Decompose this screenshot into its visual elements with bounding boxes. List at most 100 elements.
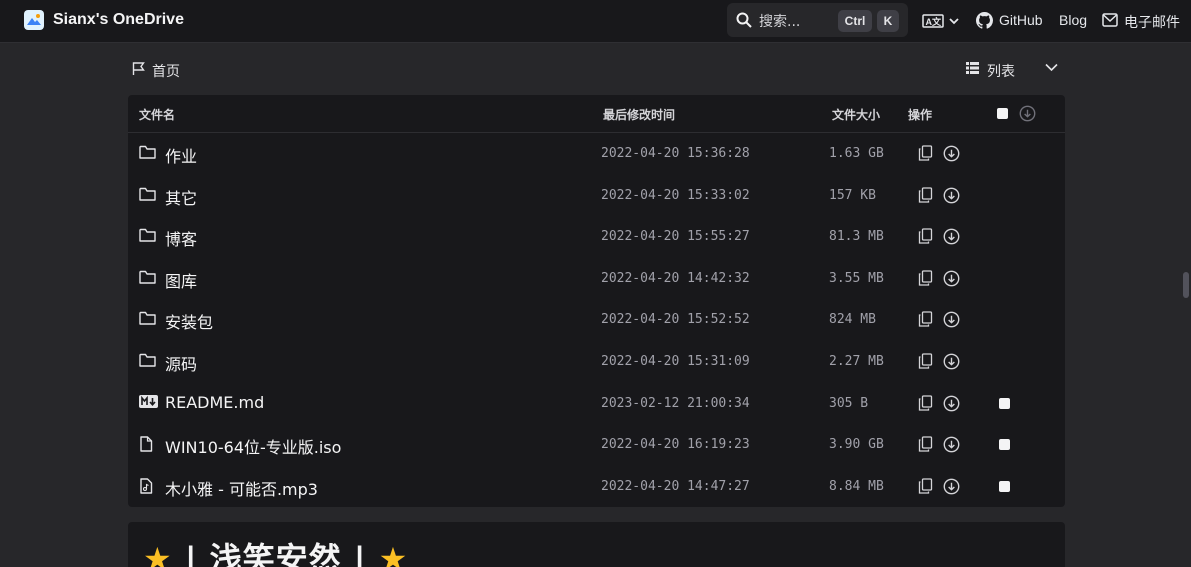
scrollbar-thumb[interactable] [1183, 272, 1189, 298]
file-modified: 2022-04-20 14:42:32 [601, 270, 750, 286]
table-row[interactable]: 博客 2022-04-20 15:55:27 81.3 MB [128, 216, 1065, 258]
download-icon[interactable] [943, 228, 960, 245]
column-size: 文件大小 [832, 108, 881, 122]
folder-icon [139, 187, 156, 201]
language-switch-icon[interactable]: A文 [922, 12, 960, 30]
star-left: ★ [143, 540, 173, 567]
download-icon[interactable] [943, 478, 960, 495]
site-title[interactable]: Sianx's OneDrive [53, 11, 184, 29]
email-link[interactable]: 电子邮件 [1124, 12, 1180, 32]
table-header: 文件名 最后修改时间 文件大小 操作 [128, 95, 1065, 133]
search-placeholder: 搜索... [759, 14, 801, 30]
github-icon[interactable] [976, 12, 993, 29]
file-modified: 2022-04-20 16:19:23 [601, 437, 750, 453]
column-modified: 最后修改时间 [603, 108, 676, 122]
shortcut-k-key: K [877, 10, 899, 32]
svg-text:A文: A文 [926, 16, 942, 27]
download-icon[interactable] [943, 270, 960, 287]
file-modified: 2022-04-20 15:55:27 [601, 229, 750, 245]
copy-link-icon[interactable] [918, 436, 933, 452]
table-row[interactable]: 图库 2022-04-20 14:42:32 3.55 MB [128, 258, 1065, 300]
table-row[interactable]: 源码 2022-04-20 15:31:09 2.27 MB [128, 341, 1065, 383]
download-icon[interactable] [943, 395, 960, 412]
file-name[interactable]: README.md [165, 393, 264, 412]
download-selected-icon[interactable] [1019, 105, 1036, 122]
table-row[interactable]: README.md 2023-02-12 21:00:34 305 B [128, 383, 1065, 425]
folder-icon [139, 312, 156, 326]
file-name[interactable]: WIN10-64位-专业版.iso [165, 434, 341, 458]
file-modified: 2023-02-12 21:00:34 [601, 395, 750, 411]
readme-preview: ★ | 浅笑安然 | ★ [128, 522, 1065, 567]
blog-link[interactable]: Blog [1059, 12, 1087, 28]
file-modified: 2022-04-20 15:31:09 [601, 354, 750, 369]
copy-link-icon[interactable] [918, 478, 933, 494]
copy-link-icon[interactable] [918, 228, 933, 244]
file-icon [140, 436, 153, 452]
list-view-icon[interactable] [966, 62, 979, 74]
search-icon [736, 12, 752, 28]
copy-link-icon[interactable] [918, 394, 933, 411]
top-navbar: Sianx's OneDrive 搜索... Ctrl K A文 GitHub … [0, 0, 1191, 43]
folder-icon [139, 228, 156, 242]
folder-icon [139, 270, 156, 284]
file-size: 3.55 MB [829, 270, 884, 286]
download-icon[interactable] [943, 436, 960, 453]
column-actions: 操作 [908, 108, 933, 122]
table-row[interactable]: WIN10-64位-专业版.iso 2022-04-20 16:19:23 3.90… [128, 424, 1065, 466]
copy-link-icon[interactable] [918, 311, 933, 328]
file-name[interactable]: 源码 [165, 351, 197, 375]
flag-icon [132, 62, 145, 75]
file-size: 305 B [829, 395, 869, 411]
download-icon[interactable] [943, 353, 960, 370]
table-row[interactable]: 木小雅 - 可能否.mp3 2022-04-20 14:47:27 8.84 MB [128, 466, 1065, 508]
file-size: 81.3 MB [829, 229, 884, 245]
file-modified: 2022-04-20 14:47:27 [601, 478, 750, 494]
column-name: 文件名 [139, 108, 176, 122]
download-icon[interactable] [943, 311, 960, 328]
readme-heading: ★ | 浅笑安然 | ★ [143, 534, 408, 567]
file-size: 2.27 MB [829, 354, 884, 369]
file-size: 824 MB [829, 312, 876, 328]
onedrive-logo-icon[interactable] [24, 10, 44, 30]
file-modified: 2022-04-20 15:33:02 [601, 187, 750, 203]
folder-icon [139, 353, 156, 367]
download-icon[interactable] [943, 145, 960, 162]
file-name[interactable]: 博客 [165, 226, 197, 250]
row-checkbox[interactable] [999, 397, 1010, 409]
copy-link-icon[interactable] [918, 145, 933, 161]
file-size: 8.84 MB [829, 478, 884, 494]
file-modified: 2022-04-20 15:52:52 [601, 312, 750, 328]
file-modified: 2022-04-20 15:36:28 [601, 146, 750, 161]
copy-link-icon[interactable] [918, 353, 933, 369]
file-size: 157 KB [829, 187, 876, 203]
file-size: 1.63 GB [829, 146, 884, 161]
markdown-icon [139, 394, 158, 408]
chevron-down-icon[interactable] [1045, 63, 1058, 72]
copy-link-icon[interactable] [918, 186, 933, 203]
search-box[interactable]: 搜索... Ctrl K [727, 3, 908, 37]
table-row[interactable]: 安装包 2022-04-20 15:52:52 824 MB [128, 299, 1065, 341]
table-row[interactable]: 作业 2022-04-20 15:36:28 1.63 GB [128, 133, 1065, 175]
file-name[interactable]: 作业 [165, 143, 197, 167]
github-link[interactable]: GitHub [999, 12, 1043, 28]
row-checkbox[interactable] [999, 439, 1010, 451]
file-name[interactable]: 图库 [165, 268, 197, 292]
copy-link-icon[interactable] [918, 270, 933, 286]
folder-icon [139, 145, 156, 159]
shortcut-ctrl-key: Ctrl [838, 10, 872, 32]
view-mode-label[interactable]: 列表 [987, 61, 1015, 81]
file-name[interactable]: 木小雅 - 可能否.mp3 [165, 476, 318, 500]
row-checkbox[interactable] [999, 480, 1010, 492]
table-row[interactable]: 其它 2022-04-20 15:33:02 157 KB [128, 175, 1065, 217]
mail-icon[interactable] [1102, 13, 1118, 27]
readme-title-text: | 浅笑安然 | [184, 540, 367, 567]
download-icon[interactable] [943, 187, 960, 204]
breadcrumb-home[interactable]: 首页 [152, 61, 180, 81]
select-all-checkbox[interactable] [997, 108, 1008, 119]
star-right: ★ [378, 540, 409, 567]
file-name[interactable]: 安装包 [165, 309, 213, 333]
file-name[interactable]: 其它 [165, 185, 197, 209]
file-size: 3.90 GB [829, 437, 884, 453]
file-table: 文件名 最后修改时间 文件大小 操作 作业 2022-04-20 15:36:28… [128, 95, 1065, 507]
audio-file-icon [140, 478, 153, 494]
